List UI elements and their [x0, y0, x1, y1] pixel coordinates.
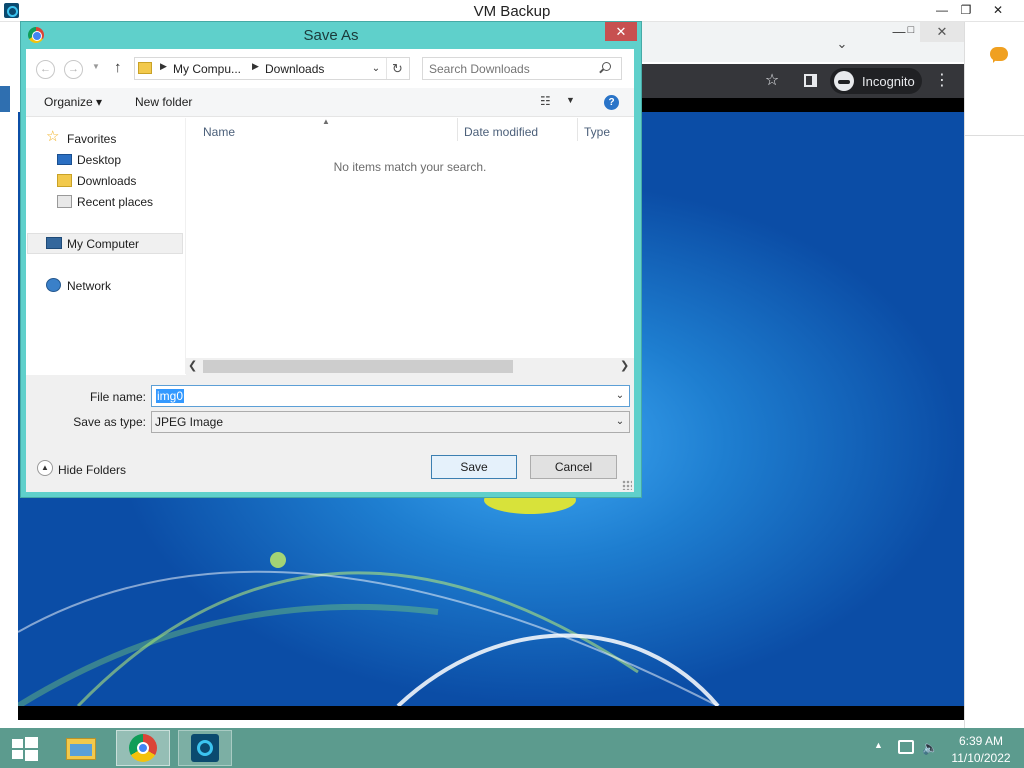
column-header-date-modified[interactable]: Date modified [464, 125, 538, 139]
save-as-type-label: Save as type: [73, 415, 146, 429]
column-divider[interactable] [577, 118, 578, 141]
recent-places-icon [57, 195, 72, 208]
resize-grip[interactable] [622, 480, 632, 490]
chevron-down-icon[interactable]: ⌄ [832, 36, 852, 54]
sidebar-item-desktop[interactable]: Desktop [77, 153, 121, 173]
breadcrumb-separator-icon[interactable]: ▶ [160, 61, 167, 72]
network-globe-icon [46, 278, 61, 292]
sidebar-item-favorites[interactable]: Favorites [67, 132, 116, 152]
help-icon[interactable]: ? [604, 95, 619, 110]
address-dropdown-icon[interactable]: ⌄ [368, 58, 384, 79]
up-arrow-icon[interactable]: ↑ [114, 59, 122, 76]
scrollbar-thumb[interactable] [203, 360, 513, 373]
file-name-value[interactable]: img0 [156, 389, 185, 403]
windows-start-icon[interactable] [4, 730, 44, 766]
chrome-menu-icon[interactable]: ⋮ [934, 70, 950, 92]
breadcrumb-downloads[interactable]: Downloads [265, 62, 324, 76]
chrome-close-button[interactable]: ✕ [920, 22, 964, 42]
downloads-folder-icon [57, 174, 72, 187]
file-name-label: File name: [89, 390, 146, 404]
downloads-folder-icon [138, 62, 152, 74]
favorites-star-icon: ☆ [46, 128, 60, 145]
column-divider[interactable] [457, 118, 458, 141]
search-icon[interactable] [602, 62, 611, 71]
sidebar-item-downloads[interactable]: Downloads [77, 174, 136, 194]
star-icon[interactable]: ☆ [762, 70, 782, 92]
vm-restore-button[interactable]: ❐ [954, 2, 978, 19]
clock-time[interactable]: 6:39 AM [946, 734, 1016, 748]
network-icon[interactable] [898, 740, 914, 754]
incognito-icon [834, 71, 854, 91]
vm-close-button[interactable]: ✕ [986, 2, 1010, 19]
dialog-close-button[interactable]: ✕ [605, 22, 637, 41]
tray-expand-icon[interactable]: ▲ [874, 740, 883, 750]
volume-icon[interactable]: 🔈 [922, 740, 938, 756]
desktop-icon [57, 154, 72, 165]
recent-locations-icon[interactable]: ▼ [92, 62, 100, 71]
save-as-type-dropdown-icon[interactable]: ⌄ [612, 412, 628, 432]
column-header-name[interactable]: Name [203, 125, 235, 139]
sidebar-item-my-computer[interactable]: My Computer [67, 237, 139, 257]
dialog-title: Save As [303, 27, 359, 44]
hide-folders-button[interactable]: Hide Folders [58, 463, 126, 477]
back-icon[interactable]: ← [36, 60, 55, 79]
file-name-dropdown-icon[interactable]: ⌄ [612, 386, 628, 406]
side-panel-icon[interactable] [804, 74, 817, 87]
chat-icon[interactable] [990, 47, 1008, 63]
sort-ascending-icon: ▲ [322, 117, 330, 126]
taskbar-vm-backup-button[interactable] [178, 730, 232, 766]
save-button[interactable]: Save [431, 455, 517, 479]
computer-icon [46, 237, 62, 249]
hide-folders-chevron-icon[interactable]: ▲ [37, 460, 53, 476]
view-options-icon[interactable]: ☷ [540, 94, 551, 108]
breadcrumb-my-computer[interactable]: My Compu... [173, 62, 241, 76]
letterbox-top [640, 98, 964, 112]
file-name-field[interactable] [151, 385, 630, 407]
empty-list-message: No items match your search. [333, 160, 487, 174]
breadcrumb-separator-icon[interactable]: ▶ [252, 61, 259, 72]
letterbox-bottom [18, 706, 964, 720]
scroll-left-icon[interactable]: ❮ [188, 359, 197, 372]
file-explorer-icon[interactable] [54, 730, 108, 766]
new-folder-button[interactable]: New folder [135, 95, 192, 109]
view-dropdown-icon[interactable]: ▼ [566, 95, 575, 105]
clock-date[interactable]: 11/10/2022 [946, 751, 1016, 765]
right-panel-divider [964, 86, 1024, 136]
sidebar-item-recent-places[interactable]: Recent places [77, 195, 153, 215]
incognito-label: Incognito [862, 74, 915, 89]
organize-button[interactable]: Organize ▾ [44, 95, 102, 109]
taskbar-chrome-button[interactable] [116, 730, 170, 766]
left-gutter [0, 112, 18, 728]
vm-window-title: VM Backup [473, 3, 551, 20]
cancel-button[interactable]: Cancel [530, 455, 617, 479]
vm-minimize-button[interactable]: — [930, 2, 954, 19]
sidebar-item-network[interactable]: Network [67, 279, 111, 299]
refresh-icon[interactable]: ↻ [386, 58, 408, 79]
save-as-type-value[interactable]: JPEG Image [155, 415, 223, 429]
scroll-right-icon[interactable]: ❯ [620, 359, 629, 372]
nav-pane-divider[interactable] [185, 118, 186, 374]
column-header-type[interactable]: Type [584, 125, 610, 139]
search-input[interactable] [429, 62, 599, 76]
forward-icon[interactable]: → [64, 60, 83, 79]
chrome-maximize-button[interactable]: □ [900, 24, 922, 40]
